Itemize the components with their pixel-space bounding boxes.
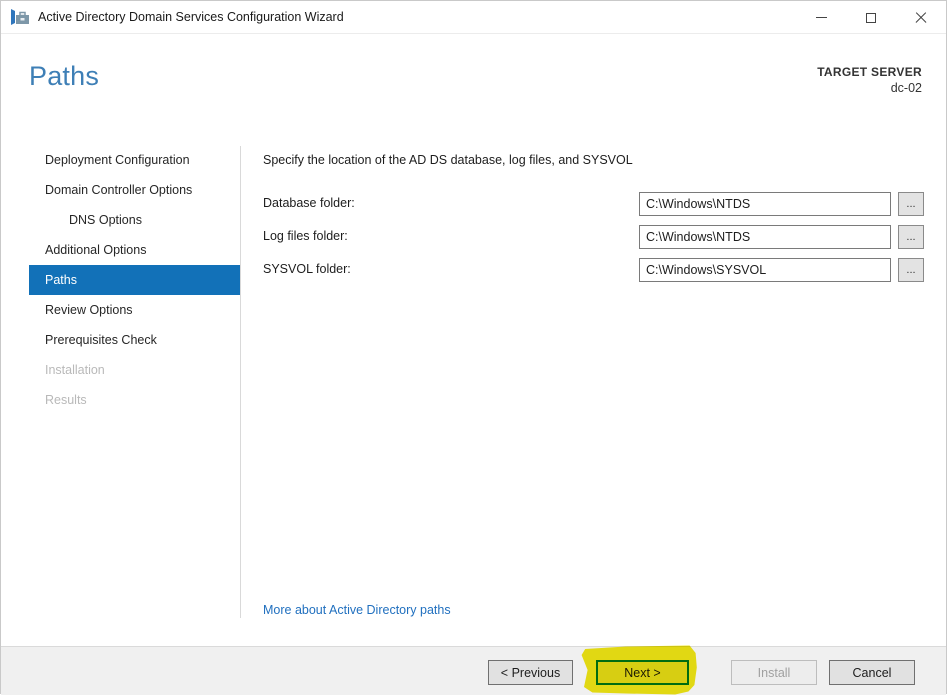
log-files-folder-label: Log files folder: <box>263 229 348 243</box>
database-folder-browse-button[interactable]: ... <box>898 192 924 216</box>
close-button[interactable] <box>896 1 946 34</box>
target-server-label: TARGET SERVER <box>817 65 922 79</box>
previous-button[interactable]: < Previous <box>488 660 573 685</box>
next-button[interactable]: Next > <box>596 660 689 685</box>
install-button: Install <box>731 660 817 685</box>
title-bar: Active Directory Domain Services Configu… <box>1 1 946 34</box>
cancel-button[interactable]: Cancel <box>829 660 915 685</box>
target-server-name: dc-02 <box>890 81 922 95</box>
more-about-paths-link[interactable]: More about Active Directory paths <box>263 603 451 617</box>
maximize-icon <box>866 12 876 23</box>
server-manager-icon <box>11 9 29 25</box>
close-icon <box>915 12 927 24</box>
sidebar-item-prerequisites-check[interactable]: Prerequisites Check <box>29 325 240 355</box>
wizard-window: Active Directory Domain Services Configu… <box>0 0 947 695</box>
minimize-icon <box>815 17 827 18</box>
sysvol-folder-input[interactable] <box>639 258 891 282</box>
sidebar-item-domain-controller-options[interactable]: Domain Controller Options <box>29 175 240 205</box>
target-server-block: TARGET SERVER dc-02 <box>817 65 922 95</box>
sidebar-item-installation: Installation <box>45 363 105 377</box>
sidebar-item-deployment-configuration[interactable]: Deployment Configuration <box>29 145 240 175</box>
page-title: Paths <box>29 61 100 91</box>
log-files-folder-input[interactable] <box>639 225 891 249</box>
database-folder-input[interactable] <box>639 192 891 216</box>
log-files-folder-browse-button[interactable]: ... <box>898 225 924 249</box>
minimize-button[interactable] <box>796 1 846 34</box>
footer-bar: < Previous Next > Install Cancel <box>1 646 946 695</box>
sidebar-divider <box>240 146 241 618</box>
window-title: Active Directory Domain Services Configu… <box>38 10 344 24</box>
sysvol-folder-browse-button[interactable]: ... <box>898 258 924 282</box>
database-folder-row: Database folder: ... <box>263 192 924 216</box>
database-folder-label: Database folder: <box>263 196 355 210</box>
sidebar-item-paths[interactable]: Paths <box>29 265 240 295</box>
sidebar-item-review-options[interactable]: Review Options <box>29 295 240 325</box>
sysvol-folder-row: SYSVOL folder: ... <box>263 258 924 282</box>
sidebar-item-additional-options[interactable]: Additional Options <box>29 235 240 265</box>
sysvol-folder-label: SYSVOL folder: <box>263 262 351 276</box>
wizard-step-list: Deployment Configuration Domain Controll… <box>29 145 240 415</box>
log-files-folder-row: Log files folder: ... <box>263 225 924 249</box>
sidebar-item-dns-options[interactable]: DNS Options <box>29 205 240 235</box>
sidebar-item-results: Results <box>45 393 87 407</box>
maximize-button[interactable] <box>846 1 896 34</box>
instruction-text: Specify the location of the AD DS databa… <box>263 153 633 167</box>
